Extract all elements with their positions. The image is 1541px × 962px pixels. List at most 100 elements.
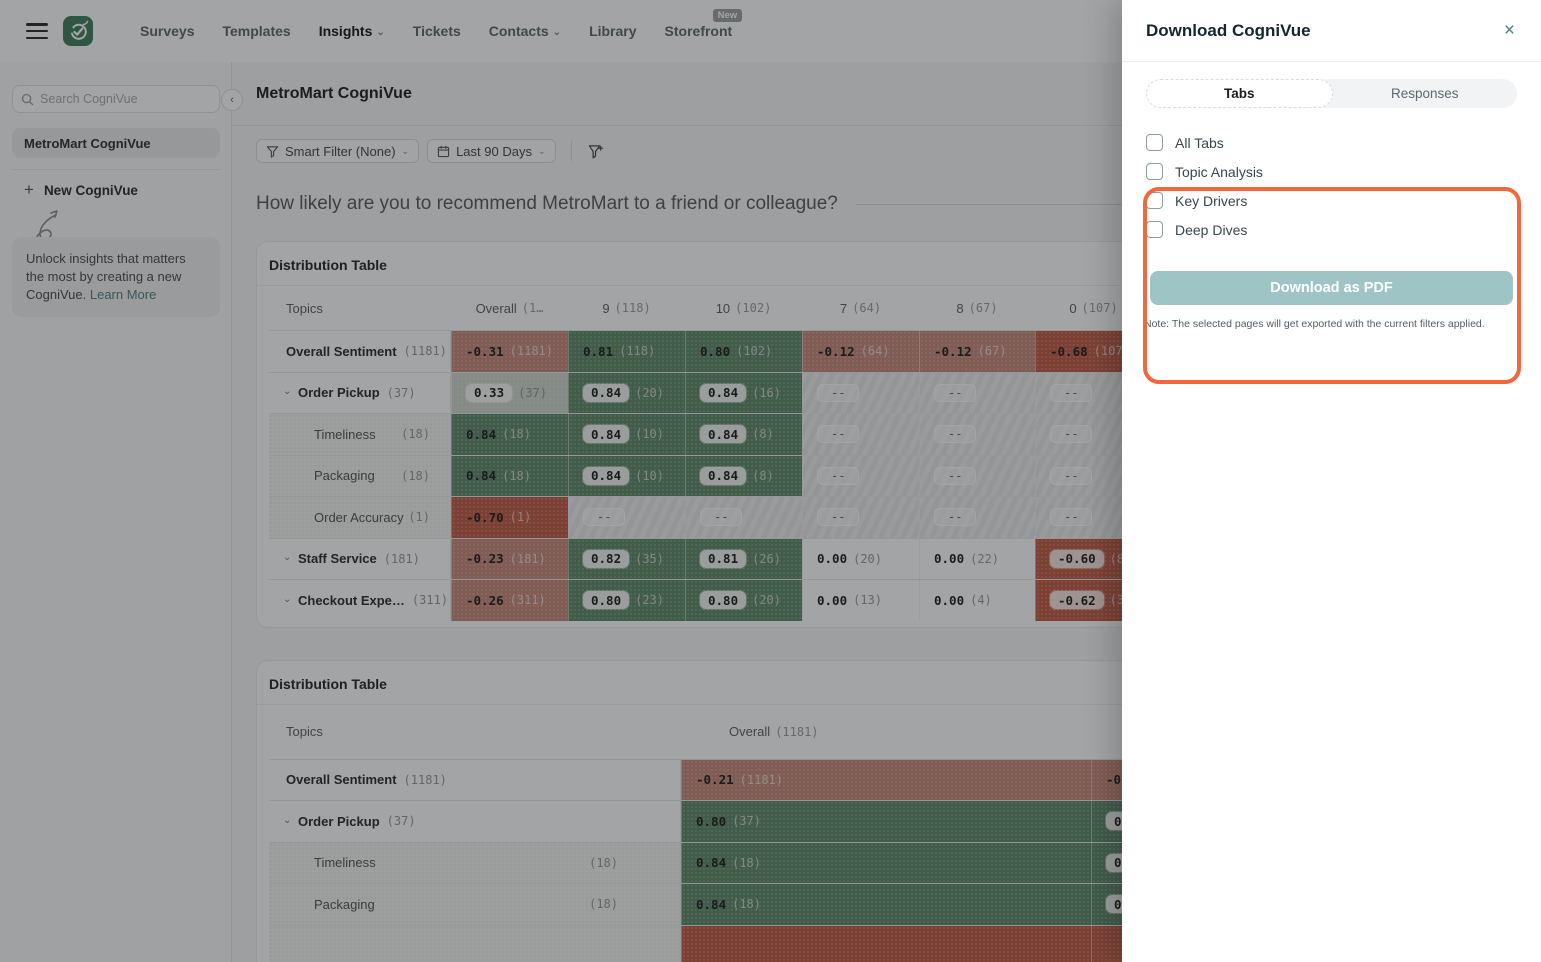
topic-count: (37) <box>387 814 416 828</box>
learn-more-link[interactable]: Learn More <box>90 287 156 302</box>
score-value: -0.26 <box>466 593 504 608</box>
nav-item-library[interactable]: Library <box>589 23 636 39</box>
column-header: 9(118) <box>568 286 685 330</box>
topic-label: Order Pickup <box>298 385 380 400</box>
new-cognivue-button[interactable]: + New CogniVue <box>24 180 138 200</box>
score-cell[interactable]: -0.31(1181) <box>451 331 568 372</box>
score-cell[interactable]: 0.84(18) <box>451 456 568 497</box>
score-cell[interactable]: -0.12(67) <box>919 331 1035 372</box>
score-value: 0.80 <box>708 593 738 608</box>
topic-cell: Overall Sentiment(1181) <box>269 760 681 801</box>
modal-tab-responses[interactable]: Responses <box>1333 79 1518 108</box>
export-options: All Tabs Topic Analysis Key Drivers Deep Di… <box>1146 134 1517 238</box>
score-cell[interactable]: 0.33(37) <box>451 373 568 414</box>
score-pill: -0.60 <box>1050 550 1104 568</box>
checkbox-row-all-tabs[interactable]: All Tabs <box>1146 134 1517 151</box>
filter-divider <box>571 141 572 161</box>
download-as-pdf-button[interactable]: Download as PDF <box>1150 271 1513 305</box>
chevron-down-icon: ⌄ <box>283 815 298 826</box>
score-cell[interactable]: 0.80(23) <box>568 580 685 621</box>
nav-item-storefront[interactable]: StorefrontNew <box>665 23 733 39</box>
score-cell[interactable]: 0.80(102) <box>685 331 802 372</box>
no-data-pill: -- <box>817 425 859 443</box>
score-cell[interactable]: 0.00(4) <box>919 580 1035 621</box>
score-pill: 0.84 <box>700 425 746 443</box>
nav-item-tickets[interactable]: Tickets <box>413 23 461 39</box>
score-cell[interactable]: -0.26(311) <box>451 580 568 621</box>
promo-card: Unlock insights that matters the most by… <box>12 237 220 317</box>
topic-cell[interactable]: ⌄Order Pickup(37) <box>269 801 681 842</box>
score-cell[interactable]: -0.23(181) <box>451 539 568 580</box>
score-cell[interactable]: 0.80(20) <box>685 580 802 621</box>
search-input[interactable] <box>40 92 211 106</box>
score-cell[interactable]: 0.81(118) <box>568 331 685 372</box>
topic-cell[interactable]: ⌄Checkout Expe…(311) <box>269 580 451 621</box>
score-cell[interactable]: -0.21(1181) <box>681 760 1091 801</box>
score-cell[interactable]: 0.80(37) <box>681 801 1091 842</box>
nav-item-surveys[interactable]: Surveys <box>140 23 194 39</box>
modal-header: Download CogniVue × <box>1122 0 1541 62</box>
score-cell[interactable]: 0.00(22) <box>919 539 1035 580</box>
hamburger-menu-icon[interactable] <box>26 23 48 39</box>
chevron-down-icon: ⌄ <box>283 386 298 397</box>
no-data-pill: -- <box>934 467 976 485</box>
score-cell[interactable]: 0.84(8) <box>685 456 802 497</box>
topic-count: (311) <box>412 593 448 607</box>
checkbox[interactable] <box>1146 163 1163 180</box>
topic-cell[interactable]: ⌄Staff Service(181) <box>269 539 451 580</box>
score-cell[interactable]: 0.84(8) <box>685 414 802 455</box>
score-value: 0.84 <box>696 855 726 870</box>
score-cell[interactable]: 0.00(20) <box>802 539 919 580</box>
empty-cell: -- <box>802 456 919 497</box>
sidebar: MetroMart CogniVue + New CogniVue Unlock… <box>0 62 232 962</box>
score-cell[interactable]: 0.84(18) <box>451 414 568 455</box>
empty-cell: -- <box>919 456 1035 497</box>
empty-cell: -- <box>802 414 919 455</box>
topic-label: Timeliness <box>314 427 376 442</box>
date-range-button[interactable]: Last 90 Days ⌄ <box>427 139 555 163</box>
empty-cell: -- <box>802 373 919 414</box>
checkbox-label: All Tabs <box>1175 135 1224 151</box>
score-cell[interactable]: 0.84(10) <box>568 414 685 455</box>
score-cell[interactable]: 0.84(20) <box>568 373 685 414</box>
checkbox[interactable] <box>1146 134 1163 151</box>
score-value: 0.33 <box>474 385 504 400</box>
checkbox-row-topic-analysis[interactable]: Topic Analysis <box>1146 163 1517 180</box>
score-cell[interactable]: 0.81(26) <box>685 539 802 580</box>
nav-item-insights[interactable]: Insights⌄ <box>319 23 385 39</box>
checkbox-row-key-drivers[interactable]: Key Drivers <box>1146 192 1517 209</box>
score-count: (10) <box>635 469 664 483</box>
score-count: (26) <box>752 552 781 566</box>
checkbox-row-deep-dives[interactable]: Deep Dives <box>1146 221 1517 238</box>
score-value: 0.80 <box>591 593 621 608</box>
score-cell[interactable]: 0.00(13) <box>802 580 919 621</box>
score-value: -0.70 <box>466 510 504 525</box>
checkbox[interactable] <box>1146 192 1163 209</box>
score-count: (37) <box>732 814 761 828</box>
sidebar-item-metromart-cognivue[interactable]: MetroMart CogniVue <box>12 128 220 158</box>
score-cell[interactable]: 0.82(35) <box>568 539 685 580</box>
score-cell[interactable]: 0.84(16) <box>685 373 802 414</box>
score-count: (118) <box>619 344 655 358</box>
close-icon[interactable]: × <box>1504 21 1515 40</box>
score-cell[interactable]: 0.84(10) <box>568 456 685 497</box>
topic-cell[interactable]: ⌄Order Pickup(37) <box>269 373 451 414</box>
score-cell[interactable]: -0.70(1) <box>451 497 568 538</box>
add-filter-button[interactable] <box>587 143 604 160</box>
topic-cell: Timeliness(18) <box>269 414 451 455</box>
nav-item-templates[interactable]: Templates <box>222 23 290 39</box>
score-cell[interactable]: 0.84(18) <box>681 843 1091 884</box>
app-logo[interactable] <box>62 15 94 47</box>
search-box[interactable] <box>12 85 220 113</box>
checkbox[interactable] <box>1146 221 1163 238</box>
sidebar-collapse-button[interactable]: ‹ <box>221 89 243 111</box>
smart-filter-button[interactable]: Smart Filter (None) ⌄ <box>256 139 419 163</box>
score-cell[interactable]: -0.12(64) <box>802 331 919 372</box>
score-cell[interactable]: 0.84(18) <box>681 884 1091 925</box>
modal-tab-tabs[interactable]: Tabs <box>1146 79 1333 108</box>
score-value: 0.00 <box>934 551 964 566</box>
nav-item-contacts[interactable]: Contacts⌄ <box>489 23 561 39</box>
topic-count: (1181) <box>404 773 447 787</box>
score-count: (20) <box>635 386 664 400</box>
modal-title: Download CogniVue <box>1146 21 1311 41</box>
